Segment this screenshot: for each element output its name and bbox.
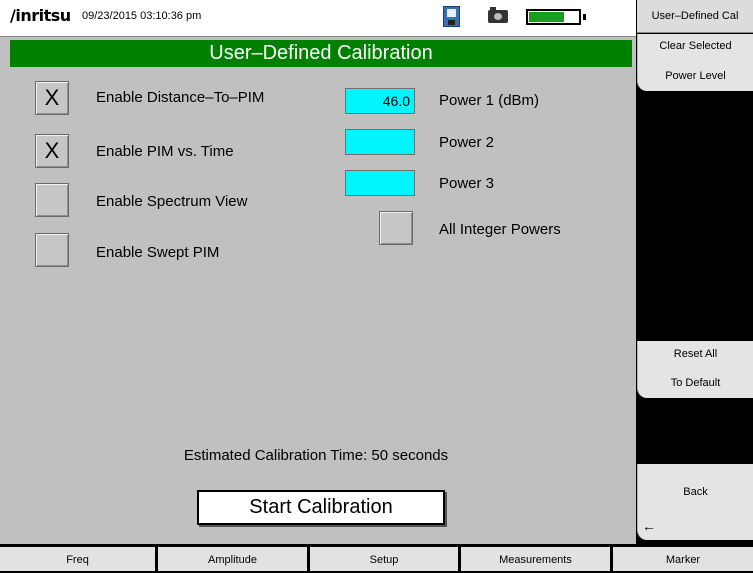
- anritsu-logo: /inritsu: [10, 6, 71, 25]
- spectrum-view-checkbox[interactable]: [35, 183, 69, 217]
- power-3-label: Power 3: [439, 175, 495, 192]
- tab-setup[interactable]: Setup: [310, 547, 458, 571]
- power-3-field[interactable]: [345, 170, 415, 196]
- softkey-line2: Power Level: [665, 70, 726, 82]
- back-key[interactable]: Back ←: [637, 464, 753, 540]
- softkey-line1: Clear Selected: [659, 40, 732, 52]
- start-calibration-button[interactable]: Start Calibration: [197, 490, 445, 525]
- tab-amplitude[interactable]: Amplitude: [158, 547, 307, 571]
- status-bar: /inritsu 09/23/2015 03:10:36 pm: [0, 0, 636, 37]
- power-2-label: Power 2: [439, 134, 495, 151]
- tab-freq[interactable]: Freq: [0, 547, 155, 571]
- battery-tip: [583, 14, 586, 20]
- battery-icon: [526, 9, 581, 25]
- distance-to-pim-label: Enable Distance–To–PIM: [96, 89, 265, 106]
- softkey-line2: To Default: [670, 377, 721, 389]
- power-1-label: Power 1 (dBm): [439, 92, 540, 109]
- power-1-field[interactable]: 46.0: [345, 88, 415, 114]
- all-integer-powers-label: All Integer Powers: [439, 221, 561, 238]
- calibration-panel: User–Defined Calibration X Enable Distan…: [0, 37, 636, 544]
- softkey-panel: User–Defined Cal Clear Selected Power Le…: [637, 0, 753, 544]
- power-2-field[interactable]: [345, 129, 415, 155]
- spectrum-view-label: Enable Spectrum View: [96, 193, 248, 210]
- tab-marker[interactable]: Marker: [613, 547, 753, 571]
- softkey-line1: Back: [683, 486, 708, 498]
- estimated-time-text: Estimated Calibration Time: 50 seconds: [183, 447, 449, 464]
- swept-pim-checkbox[interactable]: [35, 233, 69, 267]
- pim-vs-time-checkbox[interactable]: X: [35, 134, 69, 168]
- back-arrow-icon: ←: [642, 518, 656, 534]
- datetime-readout: 09/23/2015 03:10:36 pm: [82, 10, 202, 22]
- bottom-menu-bar: Freq Amplitude Setup Measurements Marker: [0, 547, 753, 571]
- distance-to-pim-checkbox[interactable]: X: [35, 81, 69, 115]
- clear-selected-power-level-key[interactable]: Clear Selected Power Level: [637, 34, 753, 91]
- swept-pim-label: Enable Swept PIM: [96, 244, 220, 261]
- battery-level-fill: [529, 12, 564, 22]
- camera-icon[interactable]: [488, 7, 508, 23]
- pim-vs-time-label: Enable PIM vs. Time: [96, 143, 234, 160]
- save-icon[interactable]: [443, 6, 460, 27]
- tab-measurements[interactable]: Measurements: [461, 547, 610, 571]
- softkey-menu-title: User–Defined Cal: [637, 0, 753, 33]
- estimated-time: Estimated Calibration Time: 50 seconds: [0, 447, 636, 464]
- reset-all-to-default-key[interactable]: Reset All To Default: [637, 341, 753, 398]
- all-integer-powers-checkbox[interactable]: [379, 211, 413, 245]
- page-title: User–Defined Calibration: [10, 40, 632, 67]
- softkey-line1: Reset All: [673, 348, 718, 360]
